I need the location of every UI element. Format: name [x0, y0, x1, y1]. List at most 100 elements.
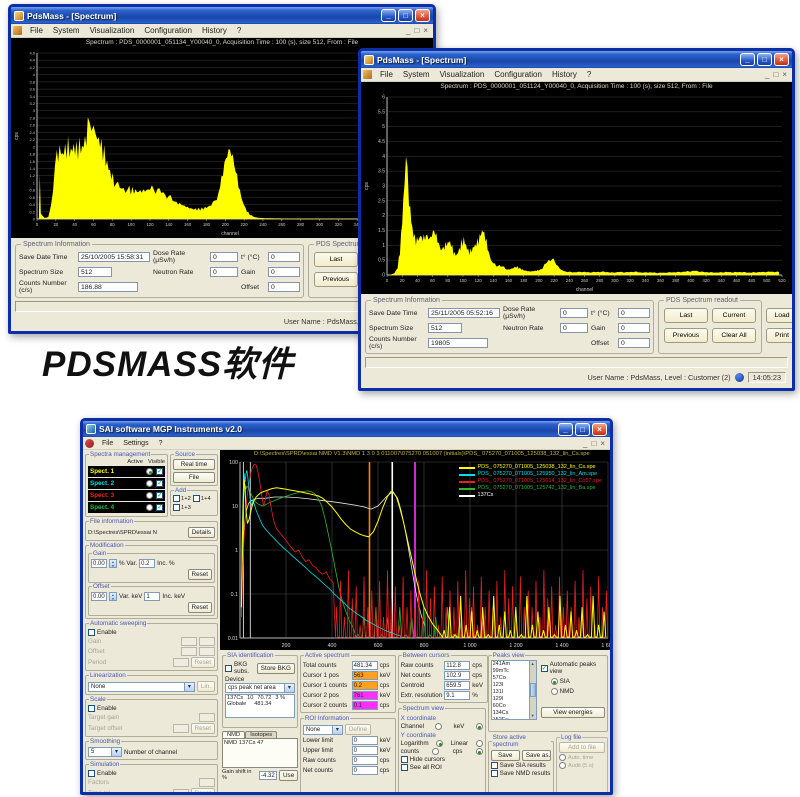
- peak-item-99mTc[interactable]: 99mTc: [492, 668, 529, 675]
- y-log-radio[interactable]: [436, 740, 443, 747]
- dose-rate-field[interactable]: 0: [210, 252, 238, 262]
- active-radio[interactable]: [146, 504, 153, 511]
- menu-file[interactable]: File: [25, 26, 48, 35]
- child-close-icon[interactable]: ×: [782, 70, 787, 79]
- menu--[interactable]: ?: [232, 26, 246, 35]
- menu-visualization[interactable]: Visualization: [435, 70, 490, 79]
- visible-checkbox[interactable]: [156, 492, 163, 499]
- menu--[interactable]: ?: [582, 70, 596, 79]
- menu-configuration[interactable]: Configuration: [489, 70, 547, 79]
- view-energies-button[interactable]: View energies: [541, 707, 605, 718]
- auto-time-radio[interactable]: [559, 754, 566, 761]
- minimize-button[interactable]: _: [381, 9, 396, 22]
- value-field[interactable]: 102.9: [444, 671, 470, 680]
- visible-checkbox[interactable]: [156, 468, 163, 475]
- previous-button[interactable]: Previous: [664, 328, 708, 343]
- offset-field[interactable]: 0: [618, 338, 650, 348]
- child-minimize-icon[interactable]: _: [406, 26, 410, 35]
- add-to-file-button[interactable]: Add to file: [559, 742, 605, 753]
- menu-system[interactable]: System: [398, 70, 435, 79]
- x-channel-radio[interactable]: [435, 723, 442, 730]
- simulation-enable-checkbox[interactable]: [88, 770, 95, 777]
- offset-reset-button[interactable]: Reset: [188, 602, 212, 613]
- save-as-button[interactable]: Save as...: [522, 750, 551, 761]
- child-close-icon[interactable]: ×: [600, 439, 605, 448]
- menu-history[interactable]: History: [197, 26, 232, 35]
- current-button[interactable]: Current: [712, 308, 756, 323]
- peak-item-241Am[interactable]: 241Am: [492, 661, 529, 668]
- spectrum-size-field[interactable]: 512: [78, 267, 112, 277]
- use-button[interactable]: Use: [279, 770, 298, 781]
- titlebar[interactable]: PdsMass - [Spectrum] _ □ ×: [361, 51, 792, 68]
- smoothing-select[interactable]: 5: [88, 747, 122, 757]
- menu-configuration[interactable]: Configuration: [139, 26, 197, 35]
- child-close-icon[interactable]: ×: [423, 26, 428, 35]
- peak-item-60Co[interactable]: 60Co: [492, 703, 529, 710]
- add-1+3-checkbox[interactable]: [173, 504, 180, 511]
- sweeping-reset-button[interactable]: Reset: [191, 657, 215, 668]
- gain-field[interactable]: 0: [268, 267, 300, 277]
- real-time-button[interactable]: Real time: [173, 459, 215, 470]
- y-counts-radio[interactable]: [432, 748, 439, 755]
- counts-field[interactable]: 186.88: [78, 282, 138, 292]
- tab-isotopes[interactable]: Isotopes: [245, 731, 277, 738]
- audit-radio[interactable]: [559, 762, 566, 769]
- peak-item-57Co[interactable]: 57Co: [492, 675, 529, 682]
- dose-rate-field[interactable]: 0: [560, 308, 588, 318]
- value-field[interactable]: 0: [352, 766, 378, 775]
- gain-reset-button[interactable]: Reset: [188, 569, 212, 580]
- neutron-rate-field[interactable]: 0: [210, 267, 238, 277]
- file-button[interactable]: File: [173, 472, 215, 483]
- titlebar[interactable]: PdsMass - [Spectrum] _ □ ×: [11, 7, 433, 24]
- visible-checkbox[interactable]: [156, 480, 163, 487]
- maximize-button[interactable]: □: [757, 53, 772, 66]
- simulation-reset-button[interactable]: Reset: [191, 788, 215, 795]
- menu-file[interactable]: File: [97, 440, 118, 447]
- scale-reset-button[interactable]: Reset: [191, 723, 215, 734]
- save-button[interactable]: Save: [491, 750, 520, 761]
- device-select[interactable]: cps peak net area: [225, 683, 295, 693]
- child-minimize-icon[interactable]: _: [765, 70, 769, 79]
- offset-inc-field[interactable]: 1: [144, 592, 160, 601]
- menu-file[interactable]: File: [375, 70, 398, 79]
- x-kev-radio[interactable]: [476, 723, 483, 730]
- maximize-button[interactable]: □: [575, 423, 590, 436]
- last-button[interactable]: Last: [314, 252, 358, 267]
- temperature-field[interactable]: 0: [618, 308, 650, 318]
- menu-history[interactable]: History: [547, 70, 582, 79]
- minimize-button[interactable]: _: [558, 423, 573, 436]
- value-field[interactable]: 9.1: [444, 691, 470, 700]
- load-button[interactable]: Load: [766, 308, 795, 323]
- child-restore-icon[interactable]: □: [414, 26, 419, 35]
- value-field[interactable]: 563: [352, 671, 378, 680]
- gain-field[interactable]: 0: [618, 323, 650, 333]
- gain-inc-field[interactable]: 0.2: [139, 559, 155, 568]
- menu--[interactable]: ?: [154, 440, 168, 447]
- menu-settings[interactable]: Settings: [118, 440, 153, 447]
- clear-all-button[interactable]: Clear All: [712, 328, 756, 343]
- peaks-nmd-radio[interactable]: [551, 688, 558, 695]
- counts-field[interactable]: 19805: [428, 338, 488, 348]
- active-radio[interactable]: [146, 480, 153, 487]
- offset-field[interactable]: 0: [268, 282, 300, 292]
- peak-item-123I[interactable]: 123I: [492, 682, 529, 689]
- bkg-subs-checkbox[interactable]: [225, 665, 232, 672]
- neutron-rate-field[interactable]: 0: [560, 323, 588, 333]
- peaks-sia-radio[interactable]: [551, 678, 558, 685]
- value-field[interactable]: 761: [352, 691, 378, 700]
- menu-visualization[interactable]: Visualization: [85, 26, 140, 35]
- peaks-listbox[interactable]: 241Am99mTc57Co123I131I129I60Co134Cs152Eu…: [491, 660, 529, 720]
- child-restore-icon[interactable]: □: [591, 439, 596, 448]
- peaks-scrollbar[interactable]: ▴▾: [529, 660, 537, 720]
- gain-spin-field[interactable]: 0.00: [91, 559, 107, 568]
- linearization-select[interactable]: None: [88, 682, 195, 692]
- value-field[interactable]: 0.1: [352, 701, 378, 710]
- maximize-button[interactable]: □: [398, 9, 413, 22]
- value-field[interactable]: 112.8: [444, 661, 470, 670]
- close-button[interactable]: ×: [774, 53, 789, 66]
- value-field[interactable]: 0.2: [352, 681, 378, 690]
- peak-item-134Cs[interactable]: 134Cs: [492, 710, 529, 717]
- menu-system[interactable]: System: [48, 26, 85, 35]
- hide-cursors-checkbox[interactable]: [401, 756, 408, 763]
- titlebar[interactable]: SAI software MGP Instruments v2.0 _ □ ×: [83, 421, 610, 437]
